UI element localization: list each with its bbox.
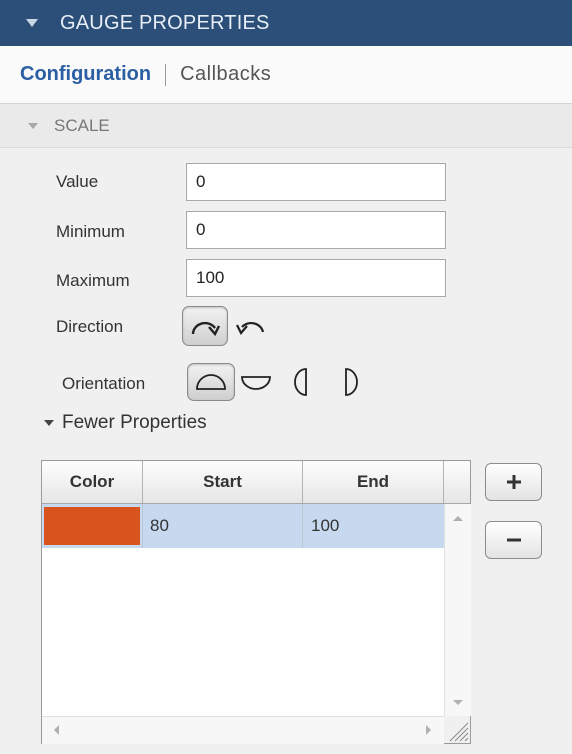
add-row-button[interactable] xyxy=(485,463,542,501)
south-half-circle-icon xyxy=(241,376,271,390)
fewer-properties-label: Fewer Properties xyxy=(62,412,207,433)
column-header-color[interactable]: Color xyxy=(42,461,143,503)
start-cell[interactable]: 80 xyxy=(143,504,303,548)
scroll-left-arrow-icon[interactable] xyxy=(54,725,59,735)
tab-configuration[interactable]: Configuration xyxy=(20,63,151,86)
resize-grip-icon xyxy=(449,722,469,742)
north-half-circle-icon xyxy=(196,374,226,390)
scroll-down-arrow-icon[interactable] xyxy=(453,700,463,705)
orientation-west-button[interactable] xyxy=(284,364,320,400)
section-collapse-icon[interactable] xyxy=(28,122,38,129)
orientation-south-button[interactable] xyxy=(236,364,276,400)
east-half-circle-icon xyxy=(345,368,358,396)
section-title: SCALE xyxy=(54,115,110,135)
collapse-triangle-icon[interactable] xyxy=(26,19,38,27)
table-header: Color Start End xyxy=(42,461,470,504)
value-input[interactable] xyxy=(186,163,446,201)
horizontal-scrollbar[interactable] xyxy=(42,716,444,744)
minimum-label: Minimum xyxy=(56,222,125,241)
color-swatch[interactable] xyxy=(44,507,140,545)
direction-label: Direction xyxy=(56,317,124,336)
panel-title: GAUGE PROPERTIES xyxy=(60,11,270,34)
color-cell[interactable] xyxy=(42,504,143,548)
expand-triangle-icon xyxy=(44,420,54,426)
minimum-input[interactable] xyxy=(186,211,446,249)
west-half-circle-icon xyxy=(294,368,307,396)
maximum-label: Maximum xyxy=(56,271,130,290)
end-cell[interactable]: 100 xyxy=(303,504,444,548)
value-label: Value xyxy=(56,172,99,191)
tab-separator xyxy=(165,63,167,86)
direction-counterclockwise-button[interactable] xyxy=(230,308,272,344)
maximum-input[interactable] xyxy=(186,259,446,297)
counterclockwise-arrow-icon xyxy=(236,321,265,335)
scroll-right-arrow-icon[interactable] xyxy=(426,725,431,735)
column-header-start[interactable]: Start xyxy=(143,461,303,503)
orientation-east-button[interactable] xyxy=(332,364,368,400)
clockwise-arrow-icon xyxy=(191,321,221,337)
orientation-north-button[interactable] xyxy=(187,363,235,401)
vertical-scrollbar[interactable] xyxy=(444,504,471,716)
tab-bar: Configuration Callbacks xyxy=(0,46,572,104)
direction-clockwise-button[interactable] xyxy=(182,306,228,346)
resize-grip[interactable] xyxy=(444,716,470,743)
orientation-label: Orientation xyxy=(62,374,146,393)
scroll-up-arrow-icon[interactable] xyxy=(453,516,463,521)
remove-row-button[interactable] xyxy=(485,521,542,559)
panel-header[interactable]: GAUGE PROPERTIES xyxy=(0,0,572,46)
color-limits-table[interactable]: Color Start End 80 100 xyxy=(41,460,471,744)
minus-icon xyxy=(506,538,521,542)
scale-section-header[interactable]: SCALE xyxy=(0,104,572,148)
fewer-properties-toggle[interactable]: Fewer Properties xyxy=(44,412,207,434)
column-header-end[interactable]: End xyxy=(303,461,444,503)
tab-callbacks[interactable]: Callbacks xyxy=(180,63,271,86)
table-row[interactable]: 80 100 xyxy=(42,504,444,548)
plus-icon xyxy=(506,475,521,489)
